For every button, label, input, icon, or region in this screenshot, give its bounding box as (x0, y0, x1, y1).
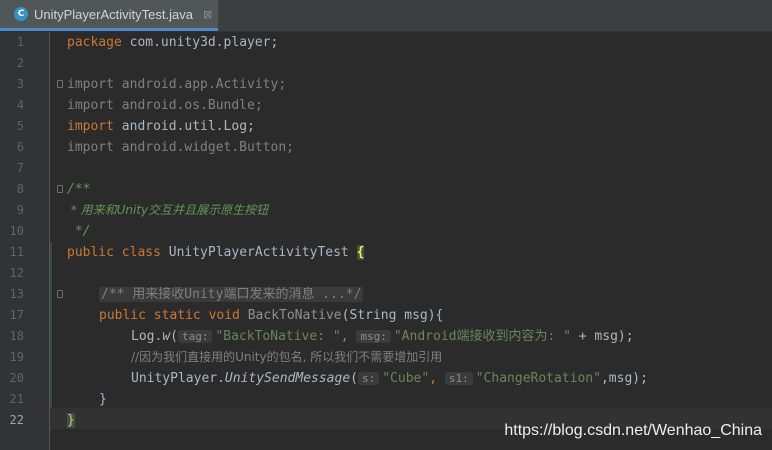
matched-brace: { (356, 245, 365, 260)
code-line-method-declaration: public static void BackToNative(String m… (99, 305, 443, 326)
keyword: import (67, 119, 114, 134)
close-tab-icon[interactable]: ⊠ (203, 8, 212, 21)
code-line-import-button: import android.widget.Button; (67, 140, 294, 155)
import-path: android.util.Log; (113, 119, 255, 134)
send-receiver: UnityPlayer. (131, 371, 225, 386)
line-number: 18 (9, 329, 24, 343)
vcs-change-marker[interactable] (50, 242, 52, 430)
param-hint-s: s: (357, 372, 380, 385)
tab-unity-player-activity-test[interactable]: C UnityPlayerActivityTest.java ⊠ (0, 0, 218, 31)
watermark: https://blog.csdn.net/Wenhao_China (504, 422, 762, 439)
string-literal: "Android端接收到内容为: " (393, 329, 571, 344)
doc-comment-open: /** (67, 182, 91, 197)
method-params: (String msg){ (341, 308, 444, 323)
code-line-import-activity: import android.app.Activity; (67, 77, 287, 92)
string-literal: "BackToNative: " (215, 329, 341, 344)
string-literal: "ChangeRotation" (475, 371, 601, 386)
line-number-current: 22 (9, 413, 24, 427)
matched-brace: } (67, 413, 75, 428)
editor-tab-bar: C UnityPlayerActivityTest.java ⊠ (0, 0, 772, 32)
package-name: com.unity3d.player; (121, 35, 279, 50)
code-line-log-call: Log.w(tag: "BackToNative: ", msg: "Android… (131, 326, 634, 347)
code-tail: ,msg); (600, 371, 648, 386)
line-comment: //因为我们直接用的Unity的包名, 所以我们不需要增加引用 (131, 350, 443, 364)
line-number: 13 (9, 287, 24, 301)
line-number: 2 (16, 56, 24, 70)
line-number: 4 (16, 98, 24, 112)
folded-region[interactable]: /** 用来接收Unity端口发来的消息 ...*/ (99, 287, 364, 302)
line-number: 19 (9, 350, 24, 364)
class-name: UnityPlayerActivityTest (160, 245, 357, 260)
fold-method-doc-icon[interactable] (57, 290, 63, 298)
doc-comment-close: */ (67, 224, 91, 239)
method-close-brace: } (99, 392, 107, 407)
keyword: public static void (99, 308, 240, 323)
code-line-class-declaration: public class UnityPlayerActivityTest { (67, 242, 365, 263)
class-close-brace: } (67, 410, 75, 431)
line-number: 1 (16, 35, 24, 49)
comma: , (429, 371, 445, 386)
param-hint-tag: tag: (177, 330, 213, 343)
param-hint-s1: s1: (444, 372, 473, 385)
code-line-import-log: import android.util.Log; (67, 116, 255, 137)
send-method: UnitySendMessage (224, 371, 351, 386)
code-line-send-message: UnityPlayer.UnitySendMessage(s: "Cube", s… (131, 368, 648, 389)
tab-title: UnityPlayerActivityTest.java (34, 6, 193, 22)
line-number: 6 (16, 140, 24, 154)
line-number: 17 (9, 308, 24, 322)
comma: , (340, 329, 357, 344)
keyword: public class (67, 245, 161, 260)
param-hint-msg: msg: (356, 330, 391, 343)
line-number: 12 (9, 266, 24, 280)
open-paren: ( (350, 371, 358, 386)
line-number: 21 (9, 392, 24, 406)
open-paren: ( (170, 329, 178, 344)
line-number: 20 (9, 371, 24, 385)
doc-comment-text: * 用来和Unity交互并且展示原生按钮 (67, 203, 269, 217)
line-number: 11 (9, 245, 24, 259)
code-tail: + msg); (570, 329, 634, 344)
line-number: 8 (16, 182, 24, 196)
code-line-import-bundle: import android.os.Bundle; (67, 98, 263, 113)
code-line-package: package com.unity3d.player; (67, 32, 278, 53)
log-receiver: Log. (131, 329, 163, 344)
string-literal: "Cube" (382, 371, 430, 386)
code-line-folded-doc: /** 用来接收Unity端口发来的消息 ...*/ (99, 284, 364, 305)
line-number: 10 (9, 224, 24, 238)
line-number: 3 (16, 77, 24, 91)
fold-imports-icon[interactable] (57, 80, 63, 88)
line-number: 9 (16, 203, 24, 217)
log-method: w (162, 329, 171, 344)
keyword: package (67, 35, 122, 50)
java-class-icon: C (14, 7, 28, 21)
line-number: 5 (16, 119, 24, 133)
method-name: BackToNative (239, 308, 342, 323)
fold-doc-comment-icon[interactable] (57, 185, 63, 193)
line-number: 7 (16, 161, 24, 175)
